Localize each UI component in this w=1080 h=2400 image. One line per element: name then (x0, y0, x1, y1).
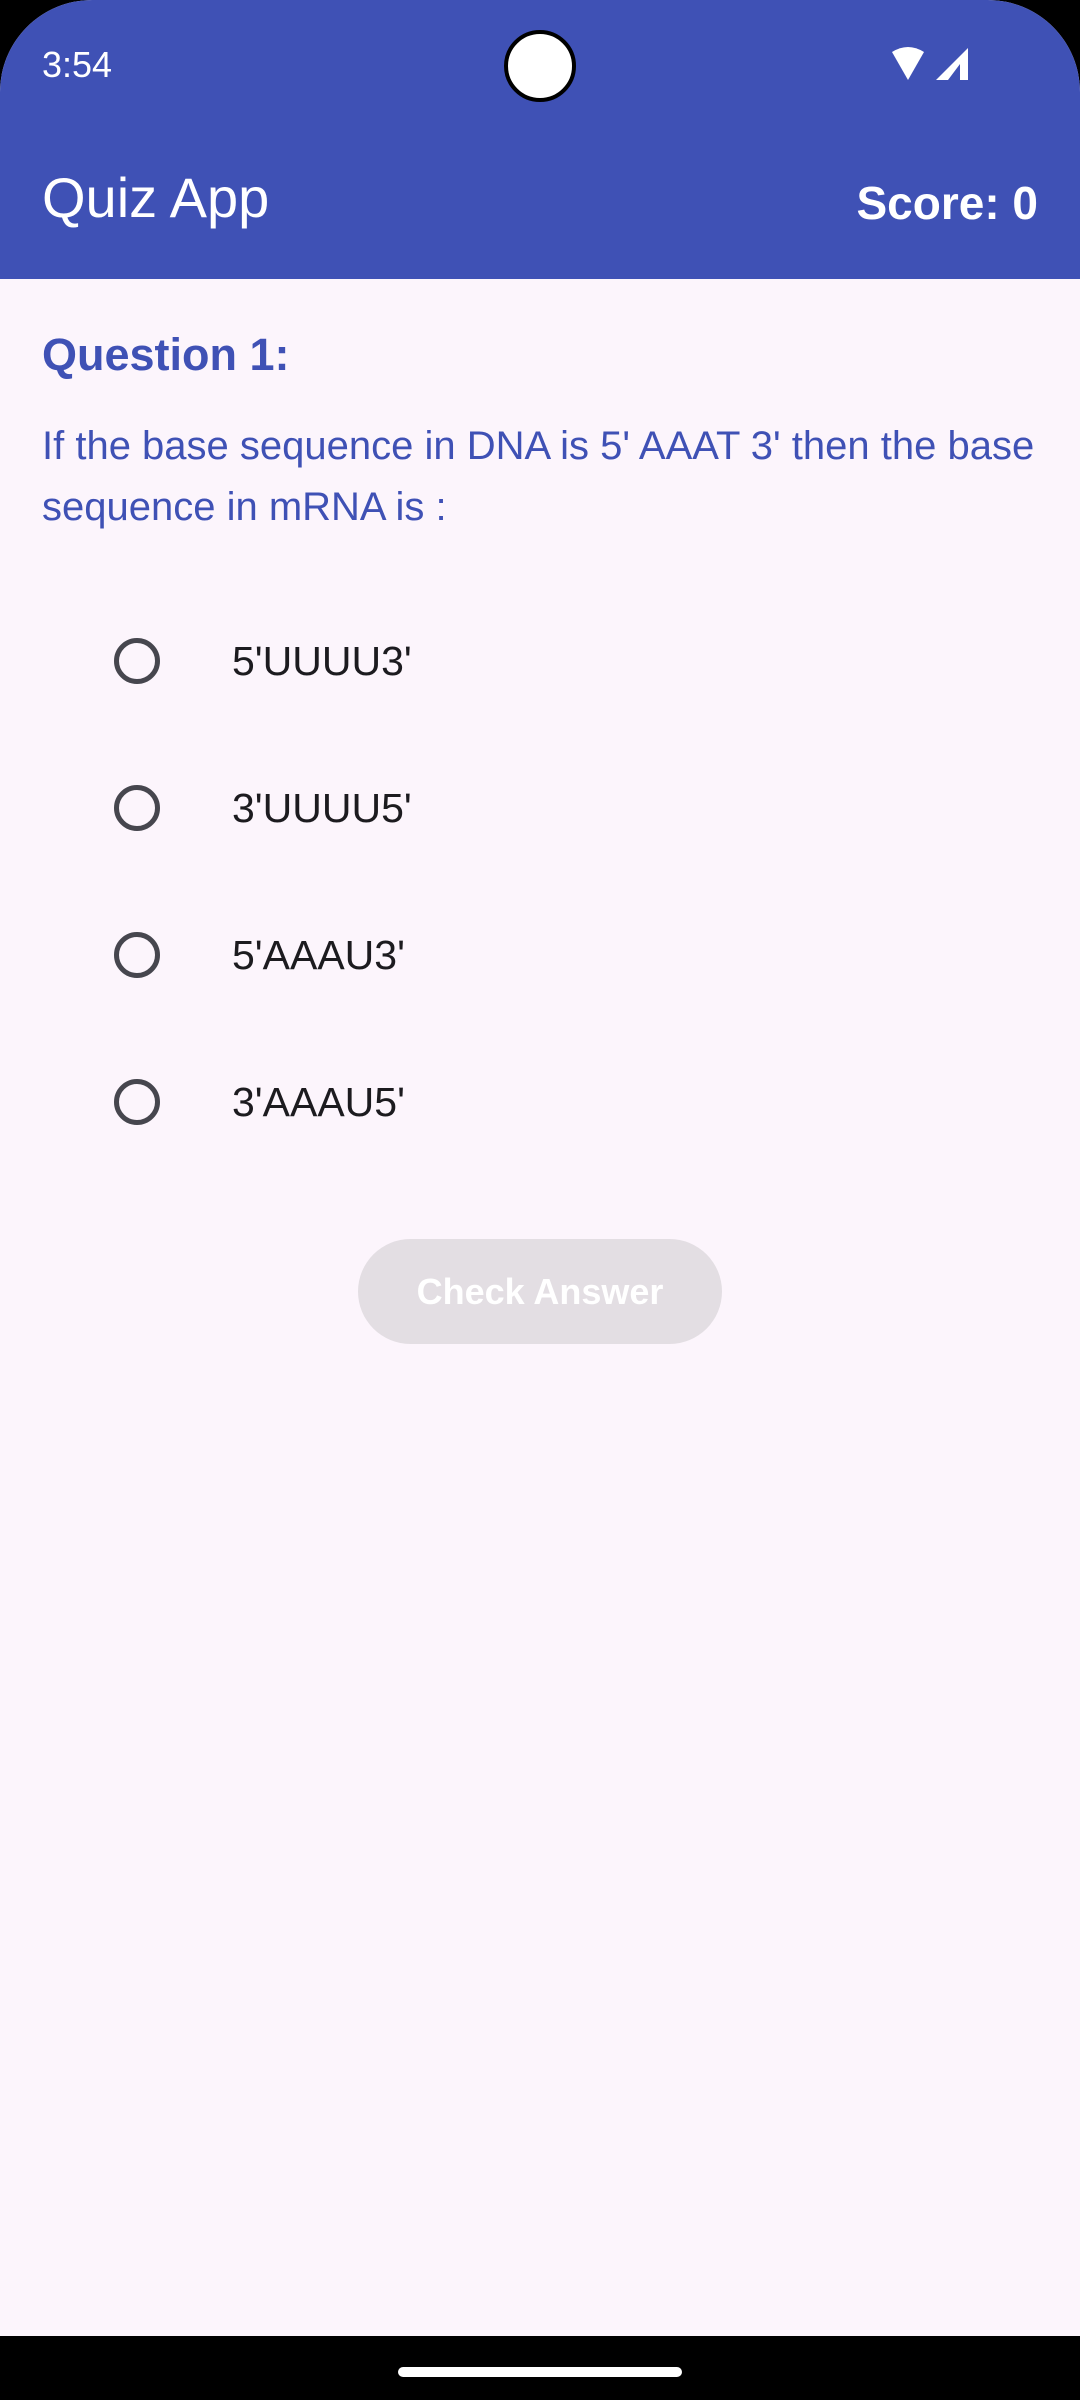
radio-button-icon[interactable] (114, 638, 160, 684)
wifi-icon (892, 47, 924, 80)
option-label: 5'UUUU3' (232, 637, 412, 684)
radio-button-icon[interactable] (114, 932, 160, 978)
option-label: 5'AAAU3' (232, 931, 405, 978)
option-2[interactable]: 3'UUUU5' (90, 758, 790, 858)
option-label: 3'UUUU5' (232, 784, 412, 831)
radio-button-icon[interactable] (114, 785, 160, 831)
option-3[interactable]: 5'AAAU3' (90, 905, 790, 1005)
camera-cutout (504, 30, 576, 102)
score-label: Score: 0 (856, 177, 1038, 229)
radio-button-icon[interactable] (114, 1079, 160, 1125)
status-time: 3:54 (42, 44, 113, 85)
question-text: If the base sequence in DNA is 5' AAAT 3… (42, 424, 1035, 529)
option-4[interactable]: 3'AAAU5' (90, 1052, 790, 1152)
status-icons (892, 47, 968, 80)
quiz-screen: 3:54 Quiz App Score: 0 Question 1: If th… (0, 0, 1080, 2400)
question-number: Question 1: (42, 329, 290, 380)
option-label: 3'AAAU5' (232, 1078, 405, 1125)
check-answer-button[interactable]: Check Answer (358, 1239, 722, 1344)
home-handle[interactable] (398, 2367, 682, 2377)
option-1[interactable]: 5'UUUU3' (90, 611, 790, 711)
app-bar: 3:54 Quiz App Score: 0 (0, 0, 1080, 279)
app-title: Quiz App (42, 166, 270, 229)
